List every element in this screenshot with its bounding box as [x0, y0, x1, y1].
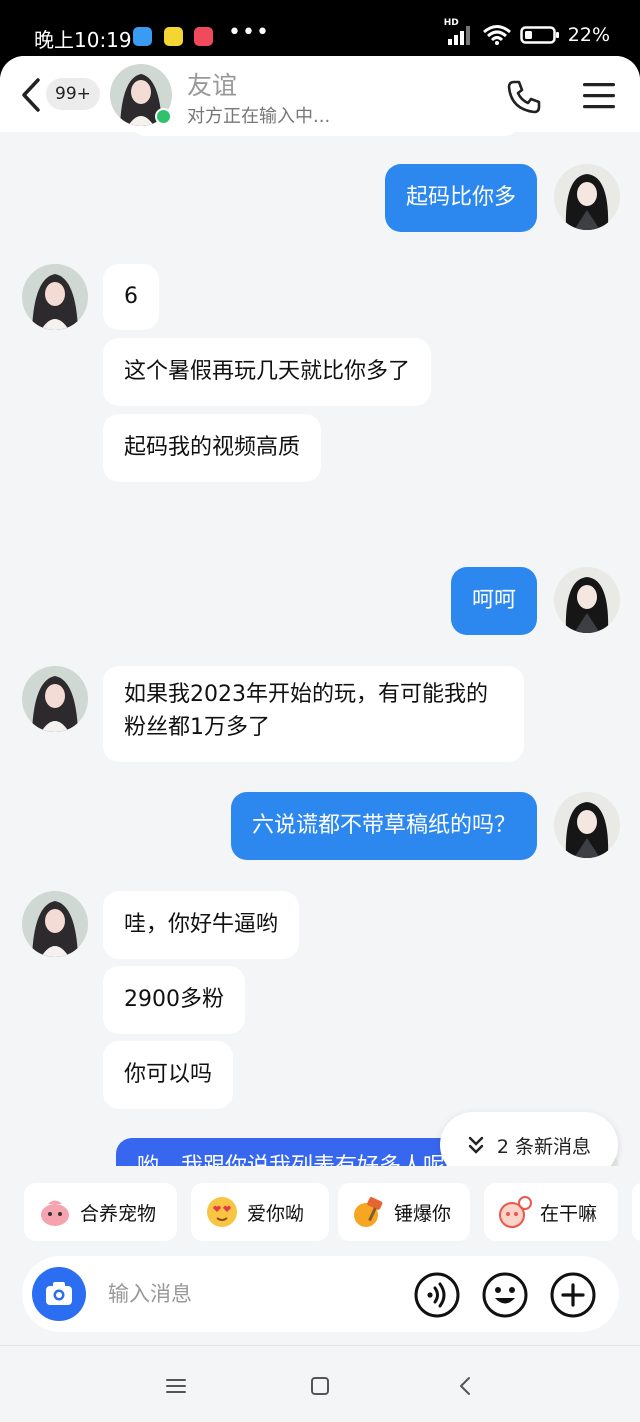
camera-button[interactable] — [32, 1267, 86, 1321]
signal-icon: HD — [444, 18, 474, 46]
quick-reply-chip[interactable]: 在干嘛 — [484, 1183, 618, 1241]
my-avatar[interactable] — [554, 567, 620, 633]
my-avatar[interactable] — [554, 792, 620, 858]
app-notification-icon — [164, 27, 183, 46]
incoming-message[interactable]: 起码我的视频高质 — [103, 414, 322, 482]
voice-input-button[interactable] — [413, 1271, 461, 1319]
incoming-message[interactable]: 哇，你好牛逼哟 — [103, 891, 300, 959]
incoming-message[interactable]: 2900多粉 — [103, 966, 245, 1034]
system-navigation-bar — [0, 1345, 640, 1422]
add-attachment-button[interactable] — [549, 1271, 597, 1319]
recent-apps-button[interactable] — [164, 1374, 188, 1398]
message-input[interactable] — [108, 1276, 388, 1312]
chat-header: 99+ 友谊 对方正在输入中... — [0, 56, 640, 132]
home-button[interactable] — [308, 1374, 332, 1398]
back-button[interactable] — [18, 76, 44, 114]
system-back-button[interactable] — [454, 1374, 478, 1398]
contact-avatar[interactable] — [22, 666, 88, 732]
hammer-icon — [352, 1195, 386, 1229]
quick-reply-label: 锤爆你 — [394, 1202, 452, 1225]
incoming-message[interactable]: 你可以吗 — [103, 1041, 234, 1109]
incoming-message[interactable]: 如果我2023年开始的玩，有可能我的粉丝都1万多了 — [103, 666, 524, 762]
phone-call-button[interactable] — [505, 78, 543, 116]
pet-icon — [38, 1195, 72, 1229]
previous-message-edge — [130, 132, 520, 136]
network-type-label: HD — [443, 18, 459, 28]
typing-status: 对方正在输入中... — [187, 106, 331, 127]
quick-reply-label: 合养宠物 — [80, 1202, 157, 1225]
double-chevron-down-icon — [467, 1135, 485, 1155]
wifi-icon — [482, 24, 512, 46]
more-notifications-icon: ••• — [228, 20, 270, 45]
quick-reply-chip[interactable]: 锤爆你 — [338, 1183, 470, 1241]
online-status-dot — [155, 108, 172, 125]
message-list[interactable]: 起码比你多 6 这个暑假再玩几天就比你多了 起码我的视频高质 呵呵 如果我202… — [0, 132, 640, 1166]
outgoing-message[interactable]: 起码比你多 — [384, 164, 537, 232]
status-time: 晚上10:19 — [34, 28, 132, 52]
contact-name[interactable]: 友谊 — [187, 66, 237, 102]
battery-icon — [520, 24, 560, 46]
quick-reply-label: 爱你呦 — [247, 1202, 305, 1225]
app-notification-icon — [194, 27, 213, 46]
my-avatar[interactable] — [554, 164, 620, 230]
quick-reply-label: 在干嘛 — [540, 1202, 598, 1225]
chat-screen: 99+ 友谊 对方正在输入中... 起码比你多 6 这个暑假再玩几天就比你多了 … — [0, 56, 640, 1422]
quick-reply-bar: 合养宠物 爱你呦 锤爆你 在干嘛 — [0, 1166, 640, 1256]
app-notification-icon — [133, 27, 152, 46]
unread-count-badge[interactable]: 99+ — [46, 78, 100, 110]
love-face-icon — [205, 1195, 239, 1229]
question-face-icon — [498, 1195, 532, 1229]
battery-percent: 22% — [567, 24, 610, 46]
new-messages-label: 2 条新消息 — [496, 1135, 592, 1158]
message-input-bar — [22, 1256, 619, 1332]
incoming-message[interactable]: 这个暑假再玩几天就比你多了 — [103, 338, 432, 406]
outgoing-message[interactable]: 呵呵 — [450, 567, 537, 635]
quick-reply-chip-partial[interactable] — [632, 1183, 640, 1241]
emoji-button[interactable] — [481, 1271, 529, 1319]
more-menu-button[interactable] — [580, 80, 618, 112]
status-bar: 晚上10:19 ••• HD 22% — [0, 0, 640, 58]
incoming-message[interactable]: 6 — [103, 264, 159, 330]
quick-reply-chip[interactable]: 爱你呦 — [191, 1183, 329, 1241]
new-messages-button[interactable]: 2 条新消息 — [440, 1112, 618, 1166]
outgoing-message[interactable]: 六说谎都不带草稿纸的吗？ — [230, 792, 537, 860]
quick-reply-chip[interactable]: 合养宠物 — [24, 1183, 177, 1241]
contact-avatar[interactable] — [22, 891, 88, 957]
contact-avatar[interactable] — [22, 264, 88, 330]
